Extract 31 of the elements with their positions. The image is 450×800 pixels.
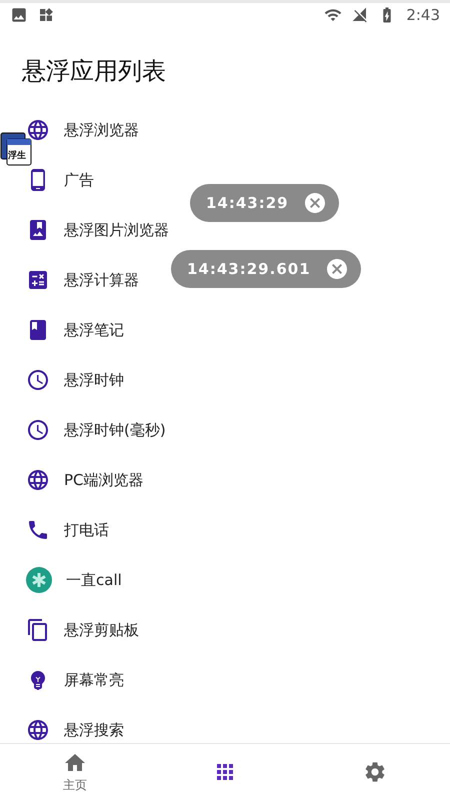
app-item[interactable]: 屏幕常亮 — [64, 670, 124, 690]
widgets-icon — [38, 7, 54, 23]
clock-icon — [26, 368, 50, 392]
calculator-icon — [26, 268, 50, 292]
app-item[interactable]: 悬浮图片浏览器 — [64, 220, 169, 240]
status-time: 2:43 — [406, 6, 440, 24]
globe-icon — [26, 468, 50, 492]
app-item[interactable]: 悬浮搜索 — [64, 720, 124, 740]
app-item[interactable]: 悬浮浏览器 — [64, 120, 139, 140]
image-icon — [10, 6, 28, 24]
clock-icon — [26, 418, 50, 442]
app-item[interactable]: 悬浮时钟 — [64, 370, 124, 390]
app-item[interactable]: 悬浮剪贴板 — [64, 620, 139, 640]
app-item[interactable]: 一直call — [66, 570, 122, 590]
copy-icon — [26, 618, 50, 642]
settings-icon — [363, 760, 387, 784]
app-item[interactable]: 悬浮笔记 — [64, 320, 124, 340]
close-icon[interactable] — [302, 191, 327, 215]
nav-tab[interactable]: 主页 — [0, 744, 150, 800]
no-signal-icon — [352, 7, 368, 23]
phone-icon — [26, 518, 50, 542]
close-icon[interactable] — [324, 257, 349, 281]
app-item[interactable]: PC端浏览器 — [64, 470, 144, 490]
globe-icon — [26, 118, 50, 142]
app-item[interactable]: 悬浮计算器 — [64, 270, 139, 290]
page-title: 悬浮应用列表 — [22, 56, 167, 87]
globe-icon — [26, 718, 50, 742]
app-item[interactable]: 打电话 — [64, 520, 109, 540]
app-item[interactable]: 悬浮时钟(毫秒) — [64, 420, 166, 440]
app-item[interactable]: 广告 — [64, 170, 94, 190]
asterisk-icon — [26, 567, 52, 593]
